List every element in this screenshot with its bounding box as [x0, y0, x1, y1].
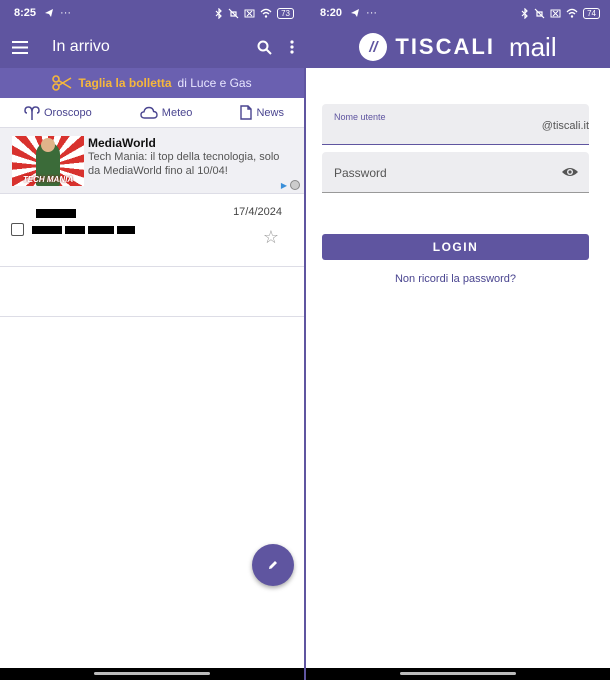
domain-suffix: @tiscali.it — [541, 120, 589, 132]
more-notifications-icon: ··· — [60, 7, 72, 19]
bluetooth-icon — [215, 7, 222, 19]
system-nav-bar — [0, 668, 304, 680]
promo-highlight: Taglia la bolletta — [78, 76, 172, 90]
star-icon[interactable]: ☆ — [263, 227, 279, 248]
email-checkbox[interactable] — [11, 223, 24, 236]
redacted-subject — [32, 226, 135, 234]
quicklink-meteo[interactable]: Meteo — [140, 106, 193, 119]
login-screen: 8:20 ··· 74 // TISCALI mail Nome utente … — [306, 0, 610, 680]
aries-icon — [24, 105, 40, 120]
ad-avatar-icon — [290, 180, 300, 190]
promo-banner[interactable]: Taglia la bolletta di Luce e Gas — [0, 68, 304, 98]
no-sim-icon — [550, 9, 561, 17]
password-field[interactable]: Password — [322, 152, 589, 193]
quicklink-label: Meteo — [161, 106, 193, 119]
forgot-password-link[interactable]: Non ricordi la password? — [322, 273, 589, 285]
empty-list-row — [0, 267, 304, 317]
menu-icon[interactable] — [12, 40, 28, 54]
quicklink-oroscopo[interactable]: Oroscopo — [24, 105, 92, 120]
mute-icon — [534, 8, 545, 18]
wifi-icon — [566, 8, 578, 18]
search-icon[interactable] — [257, 40, 272, 55]
ad-banner[interactable]: TECH MANIA MediaWorld Tech Mania: il top… — [0, 128, 304, 194]
document-icon — [240, 105, 253, 120]
ad-thumbnail: TECH MANIA — [12, 136, 84, 186]
quicklink-label: News — [256, 106, 284, 119]
brand-name: TISCALI — [395, 34, 495, 59]
email-row[interactable]: 17/4/2024 ☆ — [0, 195, 304, 267]
ad-description: Tech Mania: il top della tecnologia, sol… — [88, 151, 280, 177]
no-sim-icon — [244, 9, 255, 17]
app-bar: In arrivo — [0, 26, 304, 68]
status-bar: 8:20 ··· 74 — [306, 0, 610, 26]
bluetooth-icon — [521, 7, 528, 19]
mute-icon — [228, 8, 239, 18]
adchoices-icon[interactable]: ▶ — [281, 180, 300, 190]
telegram-icon — [45, 9, 54, 17]
email-date: 17/4/2024 — [233, 206, 282, 218]
password-placeholder: Password — [334, 166, 387, 180]
ad-thumbnail-logo: TECH MANIA — [22, 175, 74, 184]
status-bar: 8:25 ··· 73 — [0, 0, 304, 26]
ad-brand: MediaWorld — [88, 136, 156, 150]
home-gesture-pill[interactable] — [94, 672, 210, 675]
cloud-icon — [140, 106, 158, 119]
quick-links: Oroscopo Meteo News — [0, 98, 304, 128]
compose-button[interactable] — [252, 544, 294, 586]
quicklink-label: Oroscopo — [44, 106, 92, 119]
home-gesture-pill[interactable] — [400, 672, 516, 675]
status-time: 8:25 — [14, 7, 37, 19]
status-time: 8:20 — [320, 7, 343, 19]
scissors-icon — [52, 75, 72, 91]
username-field[interactable]: Nome utente @tiscali.it — [322, 104, 589, 145]
battery-icon: 74 — [583, 7, 600, 19]
login-button[interactable]: LOGIN — [322, 234, 589, 260]
battery-icon: 73 — [277, 7, 294, 19]
more-notifications-icon: ··· — [366, 7, 378, 19]
brand-header: // TISCALI mail — [306, 26, 610, 68]
pencil-icon — [269, 561, 277, 569]
telegram-icon — [351, 9, 360, 17]
system-nav-bar — [306, 668, 610, 680]
redacted-sender — [36, 209, 76, 218]
show-password-icon[interactable] — [561, 164, 579, 180]
wifi-icon — [260, 8, 272, 18]
brand-product: mail — [508, 31, 557, 62]
tiscali-logo-icon: // — [359, 33, 388, 61]
overflow-menu-icon[interactable] — [290, 40, 294, 54]
page-title: In arrivo — [52, 38, 110, 55]
promo-text: di Luce e Gas — [177, 76, 252, 90]
inbox-screen: 8:25 ··· 73 In arrivo Taglia la bolletta… — [0, 0, 304, 680]
quicklink-news[interactable]: News — [240, 105, 284, 120]
username-label: Nome utente — [334, 112, 386, 122]
